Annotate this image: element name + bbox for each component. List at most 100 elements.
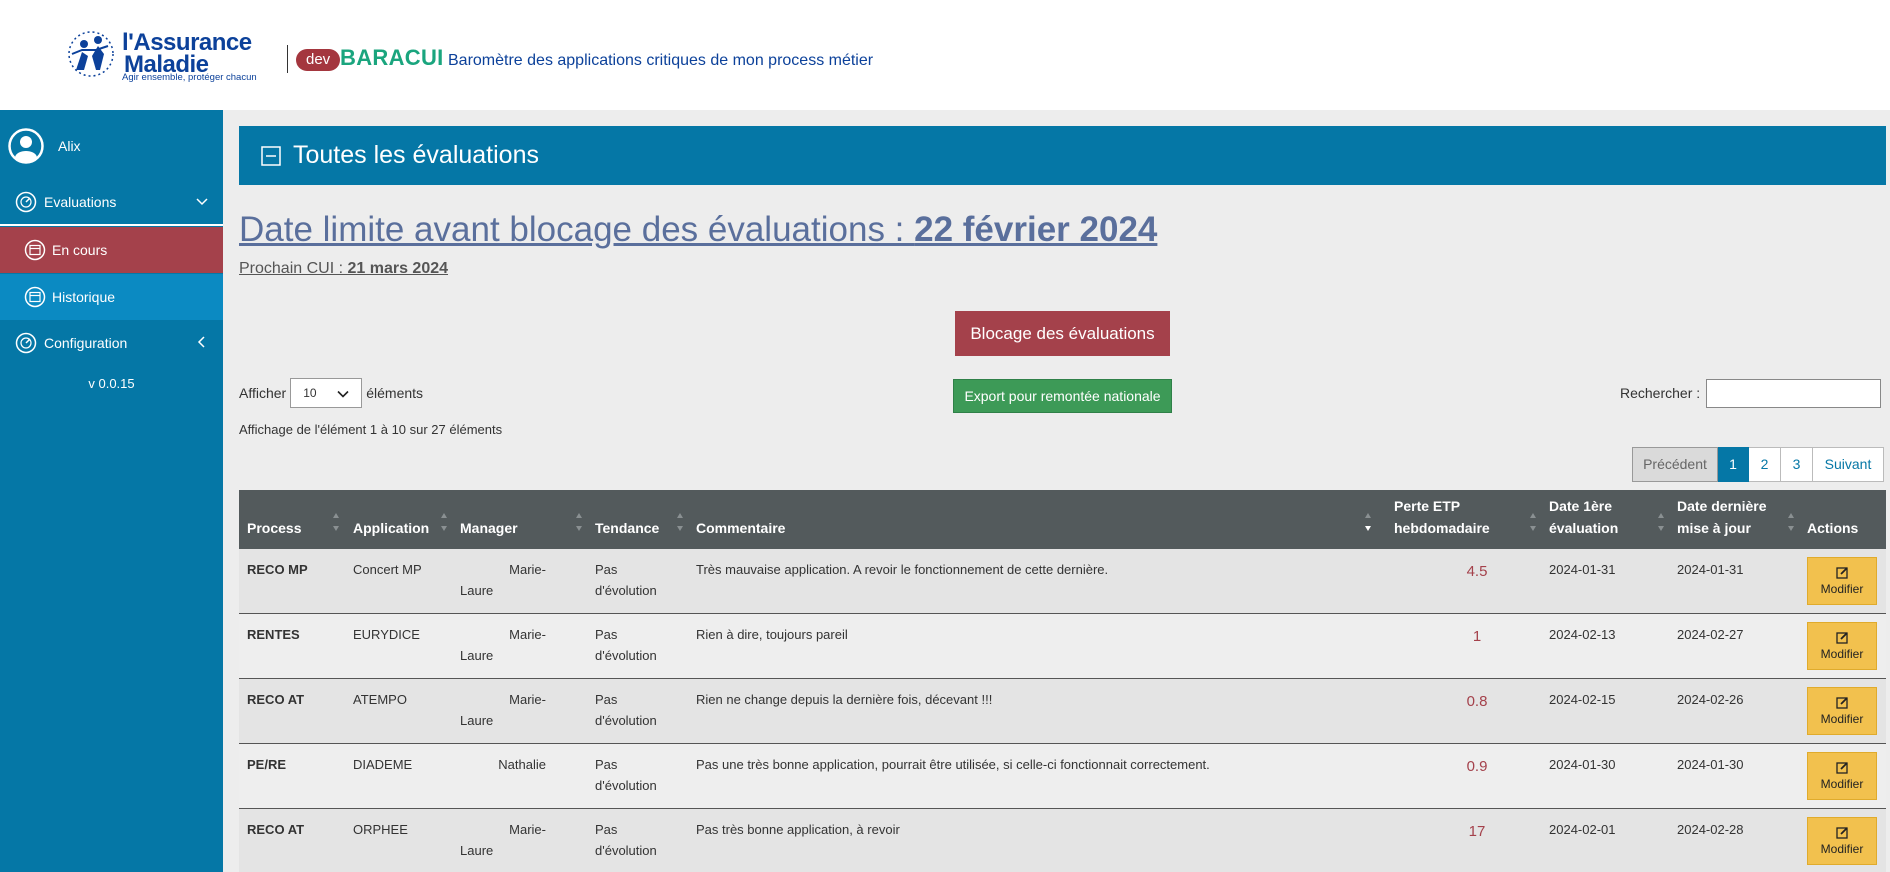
sidebar-item-en-cours[interactable]: En cours xyxy=(0,227,223,273)
sort-icon xyxy=(333,513,339,531)
table-row: PE/RE DIADEME Nathalie Pas d'évolution Pa… xyxy=(239,744,1886,809)
cell-manager: Marie- Laure xyxy=(460,822,546,858)
calendar-icon xyxy=(24,286,46,308)
cell-perte-etp: 4.5 xyxy=(1466,563,1488,580)
cell-application: Concert MP xyxy=(353,562,422,577)
panel-title: Toutes les évaluations xyxy=(293,141,539,169)
cell-commentaire: Très mauvaise application. A revoir le f… xyxy=(696,562,1109,577)
cell-tendance: Pas d'évolution xyxy=(595,562,657,598)
column-date-premiere[interactable]: Date 1ère évaluation xyxy=(1541,490,1669,549)
chevron-left-icon xyxy=(197,336,205,348)
sort-icon xyxy=(1788,513,1794,531)
cell-perte-etp: 17 xyxy=(1468,823,1486,840)
cell-application: DIADEME xyxy=(353,757,413,772)
page-length-select[interactable]: 10 xyxy=(290,378,363,408)
user-profile[interactable]: Alix xyxy=(8,126,81,166)
sidebar: Alix Evaluations En cours Historique Con… xyxy=(0,110,223,872)
sidebar-item-evaluations[interactable]: Evaluations xyxy=(0,180,223,226)
cell-process: PE/RE xyxy=(247,757,287,772)
column-process[interactable]: Process xyxy=(239,490,344,549)
logo-tagline: Agir ensemble, protéger chacun xyxy=(122,72,257,83)
cell-process: RENTES xyxy=(247,627,300,642)
sort-desc-icon xyxy=(1365,513,1371,531)
column-date-derniere[interactable]: Date dernière mise à jour xyxy=(1669,490,1799,549)
cell-perte-etp: 1 xyxy=(1472,628,1482,645)
cell-application: ATEMPO xyxy=(353,692,407,707)
pagination-previous[interactable]: Précédent xyxy=(1632,447,1718,482)
app-header: l'Assurance Maladie Agir ensemble, proté… xyxy=(0,0,1890,110)
edit-button[interactable]: Modifier xyxy=(1807,557,1877,605)
cell-manager: Marie- Laure xyxy=(460,562,546,598)
column-tendance[interactable]: Tendance xyxy=(587,490,688,549)
cell-tendance: Pas d'évolution xyxy=(595,627,657,663)
edit-button[interactable]: Modifier xyxy=(1807,752,1877,800)
column-commentaire[interactable]: Commentaire xyxy=(688,490,1376,549)
cell-application: ORPHEE xyxy=(353,822,408,837)
length-label-after: éléments xyxy=(366,385,424,401)
column-application[interactable]: Application xyxy=(345,490,452,549)
cell-tendance: Pas d'évolution xyxy=(595,692,657,728)
search-input[interactable] xyxy=(1706,378,1882,408)
logo-title: l'Assurance Maladie xyxy=(122,29,252,78)
cell-process: RECO AT xyxy=(247,692,305,707)
cell-process: RECO MP xyxy=(247,562,308,577)
cell-process: RECO AT xyxy=(247,822,305,837)
cell-date-premiere: 2024-01-30 xyxy=(1549,757,1616,772)
search-label: Rechercher : xyxy=(1620,385,1701,401)
header-divider xyxy=(287,45,288,73)
cell-date-premiere: 2024-01-31 xyxy=(1549,562,1616,577)
column-manager[interactable]: Manager xyxy=(452,490,587,549)
edit-icon xyxy=(1835,697,1848,709)
collapse-icon[interactable] xyxy=(261,145,281,166)
sidebar-item-label: Evaluations xyxy=(44,194,117,210)
deadline-date: 22 février 2024 xyxy=(914,210,1158,249)
pagination-page-2[interactable]: 2 xyxy=(1749,447,1781,482)
table-row: RECO AT ATEMPO Marie- Laure Pas d'évolutio… xyxy=(239,679,1886,744)
sidebar-item-label: Configuration xyxy=(44,335,128,351)
length-label-before: Afficher xyxy=(239,385,287,401)
dashboard-icon xyxy=(15,332,37,354)
cell-manager: Marie- Laure xyxy=(460,627,546,663)
column-perte-etp[interactable]: Perte ETP hebdomadaire xyxy=(1386,490,1541,549)
pagination: Précédent 1 2 3 Suivant xyxy=(1632,447,1884,482)
pagination-page-3[interactable]: 3 xyxy=(1781,447,1813,482)
sort-icon xyxy=(1658,513,1664,531)
edit-icon xyxy=(1835,632,1848,644)
edit-button[interactable]: Modifier xyxy=(1807,687,1877,735)
length-menu: Afficher 10 éléments xyxy=(239,378,423,408)
dashboard-icon xyxy=(15,191,37,213)
cell-date-derniere: 2024-01-30 xyxy=(1677,757,1744,772)
logo-figures-icon xyxy=(68,31,114,77)
sidebar-item-configuration[interactable]: Configuration xyxy=(0,320,223,366)
cell-manager: Nathalie xyxy=(498,757,546,772)
table-row: RENTES EURYDICE Marie- Laure Pas d'évoluti… xyxy=(239,614,1886,679)
cell-date-derniere: 2024-02-26 xyxy=(1677,692,1744,707)
deadline-title: Date limite avant blocage des évaluation… xyxy=(239,210,1158,249)
block-evaluations-button[interactable]: Blocage des évaluations xyxy=(955,311,1170,356)
sort-icon xyxy=(576,513,582,531)
chevron-down-icon xyxy=(337,390,349,398)
cell-perte-etp: 0.9 xyxy=(1466,758,1488,775)
assurance-maladie-logo[interactable]: l'Assurance Maladie Agir ensemble, proté… xyxy=(66,22,266,88)
table-body: RECO MP Concert MP Marie- Laure Pas d'évol… xyxy=(239,549,1886,872)
panel-header: Toutes les évaluations xyxy=(239,126,1886,185)
edit-button[interactable]: Modifier xyxy=(1807,622,1877,670)
app-name[interactable]: BARACUI xyxy=(340,45,444,71)
cell-date-premiere: 2024-02-01 xyxy=(1549,822,1616,837)
cell-commentaire: Rien à dire, toujours pareil xyxy=(696,627,848,642)
edit-button[interactable]: Modifier xyxy=(1807,817,1877,865)
sort-icon xyxy=(441,513,447,531)
cell-manager: Marie- Laure xyxy=(460,692,546,728)
next-cui: Prochain CUI : 21 mars 2024 xyxy=(239,260,449,277)
pagination-page-1[interactable]: 1 xyxy=(1718,447,1749,482)
app-subtitle: Baromètre des applications critiques de … xyxy=(448,52,874,69)
cell-commentaire: Rien ne change depuis la dernière fois, … xyxy=(696,692,993,707)
cell-date-derniere: 2024-01-31 xyxy=(1677,562,1744,577)
pagination-next[interactable]: Suivant xyxy=(1813,447,1884,482)
sidebar-item-historique[interactable]: Historique xyxy=(0,274,223,320)
cell-tendance: Pas d'évolution xyxy=(595,822,657,858)
export-national-button[interactable]: Export pour remontée nationale xyxy=(953,379,1172,413)
table-info: Affichage de l'élément 1 à 10 sur 27 élé… xyxy=(239,422,503,437)
next-cui-date: 21 mars 2024 xyxy=(347,260,449,277)
cell-tendance: Pas d'évolution xyxy=(595,757,657,793)
